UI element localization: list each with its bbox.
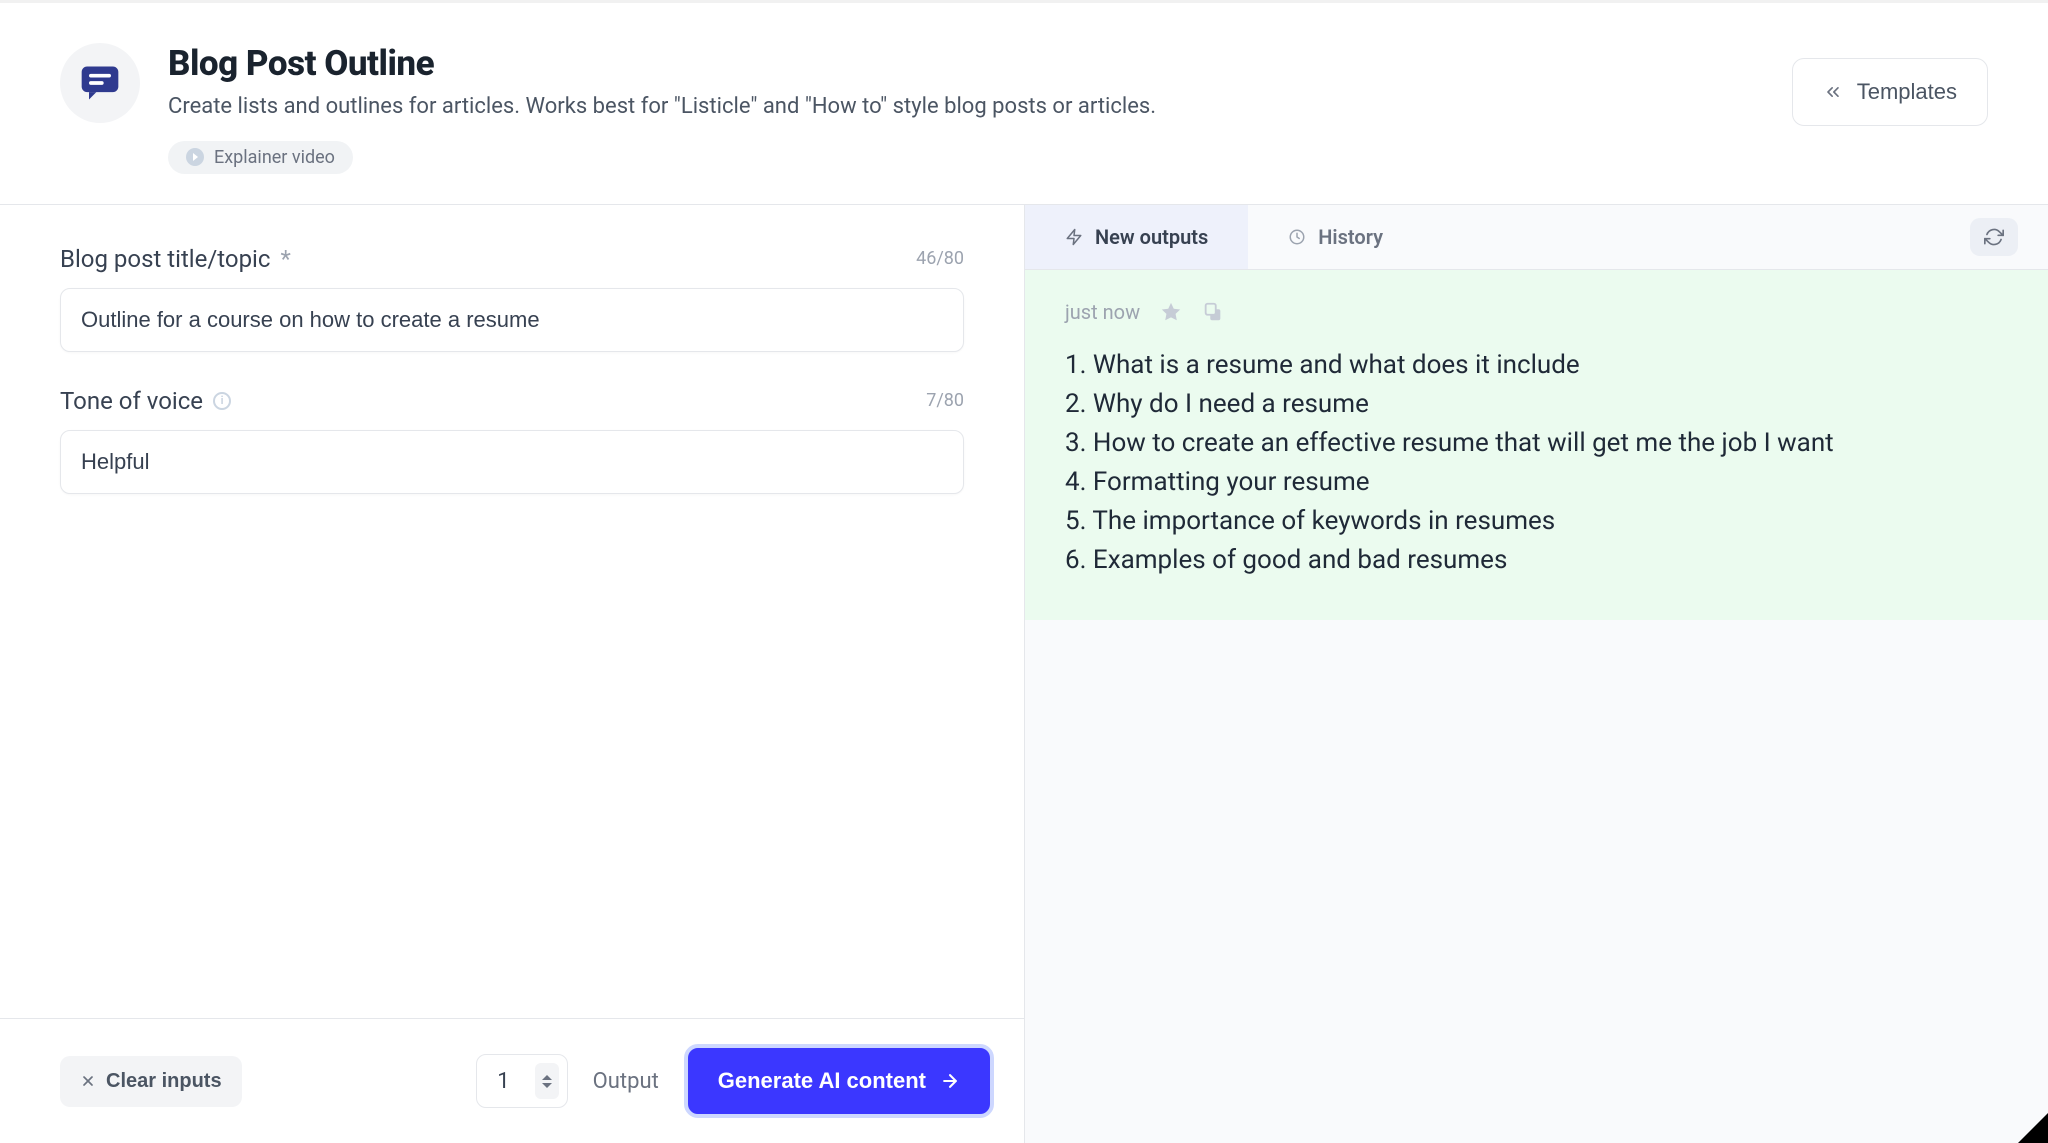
output-label: Output [593,1069,659,1094]
required-indicator: * [280,245,290,273]
tone-field-label: Tone of voice i [60,387,231,415]
chevron-down-icon [542,1083,552,1088]
outline-item: 1. What is a resume and what does it inc… [1065,346,2008,385]
input-panel: Blog post title/topic * 46/80 Tone of vo… [0,205,1025,1143]
outline-item: 3. How to create an effective resume tha… [1065,424,2008,463]
templates-label: Templates [1857,79,1957,105]
clear-label: Clear inputs [106,1070,222,1093]
title-field-label: Blog post title/topic * [60,245,291,273]
tab-new-outputs-label: New outputs [1095,225,1208,249]
chevron-up-icon [542,1075,552,1080]
tab-history[interactable]: History [1248,205,1423,269]
form-footer: Clear inputs 1 Output Generate AI conten… [0,1018,1024,1143]
output-card: just now 1. What is a resume an [1025,270,2048,620]
tab-new-outputs[interactable]: New outputs [1025,205,1248,269]
page-header: Blog Post Outline Create lists and outli… [0,3,2048,205]
bolt-icon [1065,228,1083,246]
play-icon [186,148,204,166]
explainer-video-button[interactable]: Explainer video [168,141,353,174]
output-tabs: New outputs History [1025,205,2048,270]
clear-inputs-button[interactable]: Clear inputs [60,1056,242,1107]
chevron-double-left-icon [1823,82,1843,102]
generate-button[interactable]: Generate AI content [684,1044,994,1118]
output-timestamp: just now [1065,300,1140,324]
stepper-control[interactable] [535,1063,559,1099]
outline-item: 4. Formatting your resume [1065,463,2008,502]
output-count-stepper[interactable]: 1 [476,1054,567,1108]
title-input[interactable] [60,288,964,352]
tab-history-label: History [1318,225,1383,249]
page-subtitle: Create lists and outlines for articles. … [168,92,1156,123]
star-icon [1160,301,1182,323]
page-title: Blog Post Outline [168,43,1156,84]
templates-button[interactable]: Templates [1792,58,1988,126]
outline-item: 5. The importance of keywords in resumes [1065,502,2008,541]
refresh-button[interactable] [1970,218,2018,256]
output-panel: New outputs History [1025,205,2048,1143]
arrow-right-icon [940,1071,960,1091]
info-icon[interactable]: i [213,392,231,410]
outline-item: 6. Examples of good and bad resumes [1065,541,2008,580]
template-icon [60,43,140,123]
close-icon [80,1073,96,1089]
explainer-label: Explainer video [214,147,335,168]
generate-label: Generate AI content [718,1068,926,1094]
favorite-button[interactable] [1160,301,1182,323]
title-char-counter: 46/80 [916,248,964,269]
copy-icon [1202,301,1224,323]
outline-list: 1. What is a resume and what does it inc… [1065,346,2008,580]
tone-input[interactable] [60,430,964,494]
tone-char-counter: 7/80 [926,390,964,411]
outline-item: 2. Why do I need a resume [1065,385,2008,424]
refresh-icon [1984,227,2004,247]
clock-icon [1288,228,1306,246]
resize-corner [2018,1113,2048,1143]
output-count-value: 1 [497,1069,509,1094]
copy-button[interactable] [1202,301,1224,323]
